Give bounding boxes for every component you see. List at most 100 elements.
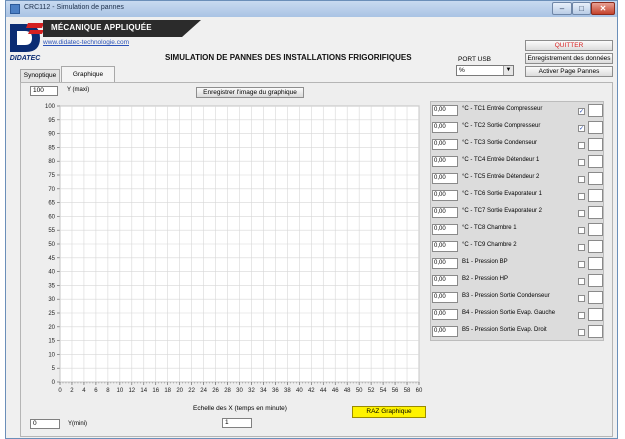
x-tick-label: 28 [224,388,231,394]
y-tick-label: 40 [48,270,55,276]
sensor-row: 0,00 °C - TC1 Entrée Compresseur ✓ [431,102,605,119]
ymin-label: Y(mini) [68,421,87,427]
sensor-checkbox[interactable] [578,312,585,319]
website-link[interactable]: www.didatec-technologie.com [43,39,129,46]
port-usb-select[interactable]: % ▼ [456,65,514,76]
activate-faults-page-button[interactable]: Activer Page Pannes [525,66,613,77]
sensor-color-swatch[interactable] [588,155,603,168]
sensor-value: 0,00 [432,275,458,286]
chevron-down-icon[interactable]: ▼ [503,66,513,75]
sensor-row: 0,00 B4 - Pression Sortie Evap. Gauche [431,306,605,323]
sensor-checkbox[interactable] [578,227,585,234]
sensor-checkbox[interactable] [578,142,585,149]
x-tick-label: 54 [380,388,387,394]
sensor-value: 0,00 [432,224,458,235]
sensor-color-swatch[interactable] [588,121,603,134]
maximize-button[interactable]: □ [572,2,591,15]
x-tick-label: 14 [140,388,147,394]
sensor-color-swatch[interactable] [588,308,603,321]
sensor-checkbox[interactable] [578,210,585,217]
sensor-row: 0,00 °C - TC8 Chambre 1 [431,221,605,238]
sensor-color-swatch[interactable] [588,325,603,338]
ymax-input[interactable]: 100 [30,86,58,96]
sensor-checkbox[interactable] [578,193,585,200]
x-tick-label: 26 [212,388,219,394]
maximize-icon: □ [579,4,584,13]
sensor-value: 0,00 [432,190,458,201]
sensor-checkbox[interactable] [578,278,585,285]
sensor-label: °C - TC6 Sortie Evaporateur 1 [462,191,542,197]
reset-graph-button[interactable]: RAZ Graphique [352,406,426,418]
sensor-color-swatch[interactable] [588,291,603,304]
ymin-input[interactable]: 0 [30,419,60,429]
temperature-chart: 0510152025303540455055606570758085909510… [22,101,426,399]
sensor-color-swatch[interactable] [588,104,603,117]
sensor-color-swatch[interactable] [588,240,603,253]
sensor-label: B1 - Pression BP [462,259,508,265]
window-title: CRC112 - Simulation de pannes [24,4,124,11]
x-scale-label: Echelle des X (temps en minute) [193,405,287,412]
y-tick-label: 10 [48,352,55,358]
y-tick-label: 70 [48,187,55,193]
y-tick-label: 80 [48,159,55,165]
sensor-row: 0,00 °C - TC5 Entrée Détendeur 2 [431,170,605,187]
sensor-row: 0,00 °C - TC7 Sortie Evaporateur 2 [431,204,605,221]
sensor-label: °C - TC4 Entrée Détendeur 1 [462,157,540,163]
x-tick-label: 24 [200,388,207,394]
sensor-color-swatch[interactable] [588,223,603,236]
x-tick-label: 38 [284,388,291,394]
sensor-label: °C - TC5 Entrée Détendeur 2 [462,174,540,180]
x-tick-label: 30 [236,388,243,394]
x-tick-label: 22 [188,388,195,394]
x-tick-label: 34 [260,388,267,394]
sensor-value: 0,00 [432,326,458,337]
sensor-row: 0,00 B1 - Pression BP [431,255,605,272]
y-tick-label: 20 [48,325,55,331]
x-scale-input[interactable]: 1 [222,418,252,428]
y-tick-label: 50 [48,242,55,248]
x-tick-label: 36 [272,388,279,394]
x-tick-label: 60 [416,388,423,394]
save-data-button[interactable]: Enregistrement des données [525,53,613,64]
sensor-row: 0,00 °C - TC3 Sortie Condenseur [431,136,605,153]
sensor-value: 0,00 [432,207,458,218]
sensor-color-swatch[interactable] [588,274,603,287]
sensor-checkbox[interactable] [578,159,585,166]
sensor-color-swatch[interactable] [588,172,603,185]
sensor-color-swatch[interactable] [588,138,603,151]
sensor-value: 0,00 [432,292,458,303]
quit-button[interactable]: QUITTER [525,40,613,51]
x-tick-label: 46 [332,388,339,394]
sensor-value: 0,00 [432,241,458,252]
minimize-button[interactable]: – [552,2,572,15]
sensor-label: °C - TC9 Chambre 2 [462,242,517,248]
tab-graphique[interactable]: Graphique [61,66,115,82]
sensor-checkbox[interactable] [578,244,585,251]
logo-graphic [10,23,44,52]
x-tick-label: 48 [344,388,351,394]
sensor-checkbox[interactable]: ✓ [578,125,585,132]
tab-synoptique[interactable]: Synoptique [20,69,60,82]
sensor-label: B3 - Pression Sortie Condenseur [462,293,550,299]
sensor-row: 0,00 B2 - Pression HP [431,272,605,289]
y-tick-label: 85 [48,145,55,151]
close-icon: ✕ [599,4,607,13]
sensor-color-swatch[interactable] [588,189,603,202]
sensor-checkbox[interactable]: ✓ [578,108,585,115]
title-bar[interactable]: CRC112 - Simulation de pannes – □ ✕ [6,1,617,17]
sensor-color-swatch[interactable] [588,206,603,219]
x-tick-label: 42 [308,388,315,394]
sensor-row: 0,00 °C - TC4 Entrée Détendeur 1 [431,153,605,170]
sensor-value: 0,00 [432,122,458,133]
sensor-panel: 0,00 °C - TC1 Entrée Compresseur ✓ 0,00 °C -… [430,101,604,341]
sensor-value: 0,00 [432,105,458,116]
sensor-color-swatch[interactable] [588,257,603,270]
x-tick-label: 10 [116,388,123,394]
save-graph-image-button[interactable]: Enregistrer l'image du graphique [196,87,304,98]
sensor-checkbox[interactable] [578,295,585,302]
close-button[interactable]: ✕ [591,2,615,15]
sensor-checkbox[interactable] [578,261,585,268]
sensor-checkbox[interactable] [578,176,585,183]
sensor-checkbox[interactable] [578,329,585,336]
checkmark-icon: ✓ [579,109,585,115]
